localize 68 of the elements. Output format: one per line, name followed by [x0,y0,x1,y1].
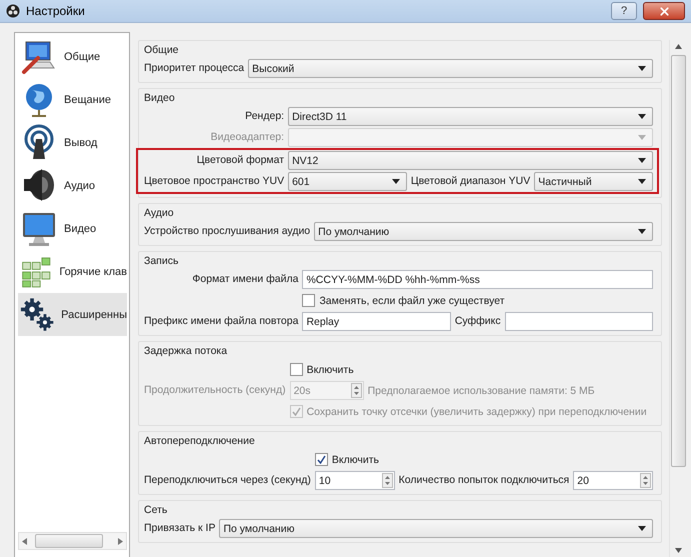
app-logo-icon [6,4,20,18]
field-label: Видеоадаптер: [210,130,284,145]
horizontal-scrollbar[interactable] [18,532,127,550]
field-label: Устройство прослушивания аудио [144,224,310,239]
memory-note: Предполагаемое использование памяти: 5 МБ [368,384,595,396]
text-field[interactable]: Replay [302,312,451,331]
gears-icon [20,296,56,334]
caret-icon [638,114,646,119]
close-button[interactable] [643,2,685,20]
spin-arrows-icon[interactable] [640,473,651,488]
field-label: Формат имени файла [192,272,298,287]
close-icon [658,4,670,18]
text-field[interactable] [504,312,654,331]
sidebar-item[interactable]: Аудио [18,164,127,207]
down-arrow-icon[interactable] [674,548,682,553]
sidebar-item[interactable]: Общие [18,35,127,78]
number-field[interactable]: 10 [314,471,395,490]
field-label: Цветовой формат [196,153,284,168]
field-label: Количество попыток подключиться [398,473,570,488]
checkbox[interactable]: Включить [290,363,354,376]
up-arrow-icon[interactable] [674,44,682,49]
caret-icon [638,158,646,163]
left-arrow-icon[interactable] [22,538,27,544]
field-label: Продолжительность (секунд) [144,383,286,398]
group-title: Сеть [144,503,168,518]
sidebar-item[interactable]: Расширенны [18,293,127,336]
field-label: Переподключиться через (секунд) [144,473,311,488]
caret-icon [392,179,400,184]
field-label: Суффикс [454,314,501,329]
group-title: Видео [144,91,176,106]
dropdown[interactable]: Direct3D 11 [288,107,653,126]
group-title: Аудио [144,206,175,221]
help-button[interactable]: ? [611,2,637,20]
sidebar-item[interactable]: Вывод [18,121,127,164]
sidebar-item[interactable]: Горячие клав [18,250,127,293]
dropdown[interactable]: Высокий [248,59,653,78]
sidebar-item[interactable]: Вещание [18,78,127,121]
caret-icon [638,526,646,531]
field-label: Цветовое пространство YUV [144,174,284,189]
field-label: Приоритет процесса [144,61,244,76]
check-icon [292,407,301,416]
right-arrow-icon[interactable] [118,538,123,544]
dropdown[interactable]: По умолчанию [219,519,653,538]
window-title: Настройки [26,4,86,18]
group-title: Общие [144,43,180,58]
caret-icon [638,135,646,140]
dropdown[interactable]: Частичный [534,172,653,191]
dropdown[interactable]: NV12 [288,151,653,170]
field-label: Цветовой диапазон YUV [410,174,530,189]
caret-icon [638,179,646,184]
vertical-scrollbar[interactable] [669,40,686,557]
group-title: Задержка потока [144,344,228,359]
checkbox[interactable]: Заменять, если файл уже существует [302,294,505,307]
field-label: Рендер: [245,109,284,124]
text-field[interactable]: %CCYY-%MM-%DD %hh-%mm-%ss [302,270,653,289]
sidebar-item[interactable]: Видео [18,207,127,250]
caret-icon [638,66,646,71]
field-label: Префикс имени файла повтора [144,314,298,329]
dropdown[interactable]: 601 [288,172,407,191]
check-icon [316,455,326,464]
number-field[interactable]: 20 [573,471,653,490]
group-title: Автопереподключение [144,434,256,449]
spin-arrows-icon[interactable] [382,473,393,488]
field-label: Привязать к IP [144,521,216,536]
caret-icon [638,229,646,234]
group-title: Запись [144,254,180,269]
dropdown[interactable]: По умолчанию [314,222,653,241]
checkbox[interactable]: Включить [314,453,380,466]
